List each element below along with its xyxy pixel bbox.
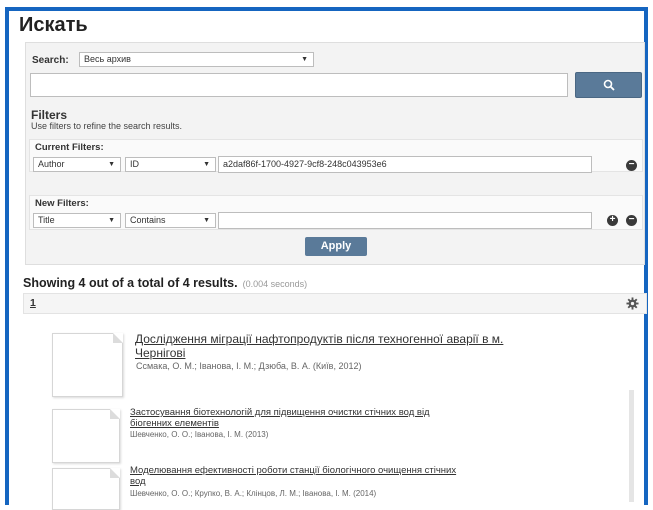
remove-filter-button[interactable]: −	[626, 160, 637, 171]
search-scope-value: Весь архив	[84, 54, 131, 64]
page-link-1[interactable]: 1	[30, 297, 36, 309]
search-input[interactable]	[30, 73, 568, 97]
result-authors: Ссмака, О. М.; Іванова, І. М.; Дзюба, В.…	[136, 361, 362, 371]
remove-new-filter-button[interactable]: −	[626, 215, 637, 226]
current-filter-field-select[interactable]: Author ▼	[33, 157, 121, 172]
result-title-link[interactable]: Моделювання ефективності роботи станції …	[130, 465, 457, 488]
apply-button[interactable]: Apply	[305, 237, 367, 256]
new-filter-operator-select[interactable]: Contains ▼	[125, 213, 216, 228]
chevron-down-icon: ▼	[301, 56, 308, 63]
search-label: Search:	[32, 55, 69, 66]
current-filter-value-input[interactable]: a2daf86f-1700-4927-9cf8-248c043953e6	[218, 156, 592, 173]
result-title-line: Дослідження міграції нафтопродуктів післ…	[135, 332, 504, 346]
result-authors: Шевченко, О. О.; Крупко, В. А.; Клінцов,…	[130, 489, 377, 498]
new-filters-heading: New Filters:	[35, 198, 89, 209]
result-title-link[interactable]: Застосування біотехнологій для підвищенн…	[130, 407, 430, 430]
result-title-line: Чернігові	[135, 345, 186, 360]
new-filter-field-select[interactable]: Title ▼	[33, 213, 121, 228]
result-title-line: Моделювання ефективності роботи станції …	[130, 465, 457, 476]
search-button[interactable]	[575, 72, 642, 98]
gear-icon[interactable]	[626, 297, 639, 315]
chevron-down-icon: ▼	[108, 161, 115, 168]
current-filters-heading: Current Filters:	[35, 142, 104, 153]
chevron-down-icon: ▼	[108, 217, 115, 224]
new-filter-field-value: Title	[38, 215, 55, 225]
result-title-link[interactable]: Дослідження міграції нафтопродуктів післ…	[135, 332, 504, 361]
chevron-down-icon: ▼	[203, 161, 210, 168]
new-filter-operator-value: Contains	[130, 215, 166, 225]
new-filter-value-input[interactable]	[218, 212, 592, 229]
document-thumbnail[interactable]	[52, 333, 123, 397]
page-title: Искать	[19, 14, 88, 36]
results-summary: Showing 4 out of a total of 4 results. (0…	[23, 276, 307, 290]
minus-icon: −	[628, 214, 635, 225]
scrollbar[interactable]	[629, 390, 634, 502]
current-filter-operator-value: ID	[130, 159, 139, 169]
pagination-bar: 1	[23, 293, 647, 314]
current-filter-field-value: Author	[38, 159, 65, 169]
result-authors: Шевченко, О. О.; Іванова, І. М. (2013)	[130, 430, 269, 439]
current-filter-operator-select[interactable]: ID ▼	[125, 157, 216, 172]
filters-hint: Use filters to refine the search results…	[31, 121, 183, 131]
results-count-text: Showing 4 out of a total of 4 results.	[23, 276, 238, 290]
minus-icon: −	[628, 159, 635, 170]
result-title-line: вод	[130, 475, 146, 487]
filters-heading: Filters	[31, 108, 68, 122]
results-time: (0.004 seconds)	[242, 279, 308, 289]
search-icon	[603, 79, 615, 91]
document-thumbnail[interactable]	[52, 409, 120, 463]
plus-icon: +	[609, 214, 616, 225]
search-scope-select[interactable]: Весь архив ▼	[79, 52, 314, 67]
add-filter-button[interactable]: +	[607, 215, 618, 226]
result-title-line: біогенних елементів	[130, 417, 219, 429]
document-thumbnail[interactable]	[52, 468, 120, 510]
chevron-down-icon: ▼	[203, 217, 210, 224]
